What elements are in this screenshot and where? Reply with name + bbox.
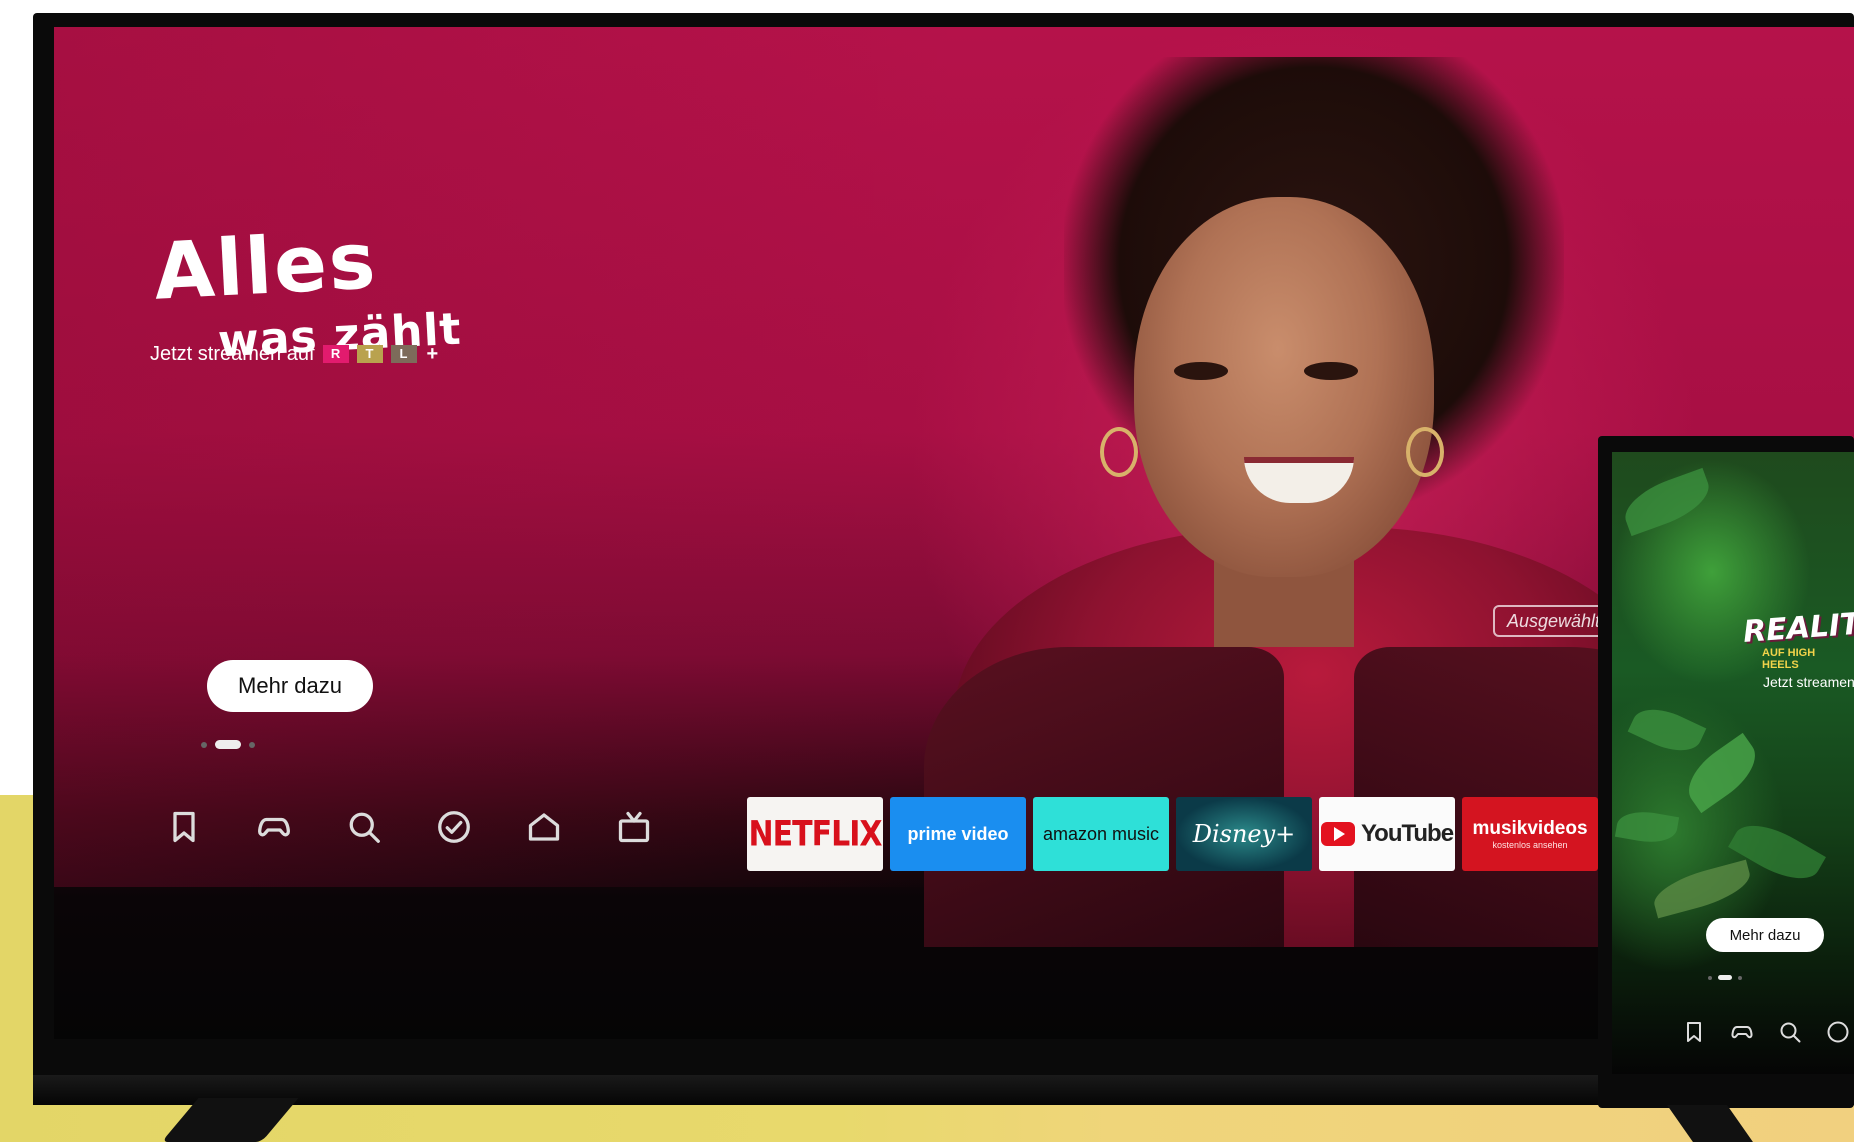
tv2-stream-text: Jetzt streamen <box>1763 674 1854 690</box>
check-circle-icon[interactable] <box>432 805 476 849</box>
carousel-dot[interactable] <box>201 741 207 748</box>
carousel-dot[interactable] <box>1738 975 1742 980</box>
carousel-dot[interactable] <box>1708 975 1712 980</box>
tv2-show-subtitle: AUF HIGH HEELS <box>1762 647 1816 671</box>
hero-person-eye-right <box>1304 362 1358 380</box>
carousel-dot-active[interactable] <box>1718 975 1732 980</box>
hero-person-face <box>1134 197 1434 577</box>
app-tile-musikvideos[interactable]: musikvideos kostenlos ansehen <box>1462 797 1598 871</box>
hero-person-earring-right <box>1406 427 1444 477</box>
app-tile-youtube[interactable]: YouTube <box>1319 797 1455 871</box>
main-tv-screen: Alles was zählt Jetzt streamen auf R T L… <box>54 27 1854 1039</box>
bookmark-icon[interactable] <box>1682 1020 1706 1044</box>
youtube-logo: YouTube <box>1360 820 1454 847</box>
main-tv-bezel-bottom <box>33 1075 1854 1105</box>
tv2-nav-bar <box>1682 1020 1850 1044</box>
search-icon[interactable] <box>1778 1020 1802 1044</box>
app-row: NETFLIX prime video amazon music Disney+… <box>747 797 1598 871</box>
check-circle-icon[interactable] <box>1826 1020 1850 1044</box>
hero-person-eye-left <box>1174 362 1228 380</box>
home-icon[interactable] <box>522 805 566 849</box>
tv2-show-title: REALITY <box>1741 605 1854 650</box>
nav-bar <box>162 805 656 849</box>
carousel-dot[interactable] <box>249 741 255 748</box>
carousel-dot-active[interactable] <box>215 740 241 749</box>
search-icon[interactable] <box>342 805 386 849</box>
rtl-logo-r: R <box>322 345 349 363</box>
app-tile-prime-video[interactable]: prime video <box>890 797 1026 871</box>
rtl-logo-t: T <box>356 345 383 363</box>
prime-video-logo: prime video <box>907 823 1009 844</box>
musikvideos-logo: musikvideos <box>1472 818 1588 839</box>
live-tv-icon[interactable] <box>612 805 656 849</box>
hero-stream-line: Jetzt streamen auf R T L + <box>150 341 438 367</box>
app-tile-disney-plus[interactable]: Disney+ <box>1176 797 1312 871</box>
rtl-logo-l: L <box>390 345 417 363</box>
hero-person-earring-left <box>1100 427 1138 477</box>
app-tile-netflix[interactable]: NETFLIX <box>747 797 883 871</box>
carousel-indicator <box>201 740 255 749</box>
second-tv-screen: REALITY AUF HIGH HEELS Jetzt streamen Me… <box>1612 452 1854 1074</box>
amazon-music-logo: amazon music <box>1042 823 1160 844</box>
disney-plus-logo: Disney+ <box>1192 820 1296 848</box>
jungle-leaf <box>1617 467 1717 537</box>
hero-stream-text: Jetzt streamen auf <box>150 342 315 365</box>
musikvideos-sub: kostenlos ansehen <box>1492 840 1568 850</box>
hero-title-line1: Alles <box>151 216 380 318</box>
hero-overlay <box>54 27 954 887</box>
jungle-leaf <box>1627 698 1707 762</box>
gamepad-icon[interactable] <box>1730 1020 1754 1044</box>
youtube-play-icon <box>1320 822 1355 846</box>
jungle-leaf <box>1649 859 1755 919</box>
gamepad-icon[interactable] <box>252 805 296 849</box>
tv2-carousel-indicator <box>1708 975 1742 980</box>
bookmark-icon[interactable] <box>162 805 206 849</box>
jungle-leaf <box>1614 807 1680 847</box>
tv2-more-info-button[interactable]: Mehr dazu <box>1706 918 1824 952</box>
rtl-logo-plus: + <box>426 342 439 365</box>
app-tile-amazon-music[interactable]: amazon music <box>1033 797 1169 871</box>
more-info-button[interactable]: Mehr dazu <box>207 660 373 712</box>
netflix-logo: NETFLIX <box>748 813 883 855</box>
